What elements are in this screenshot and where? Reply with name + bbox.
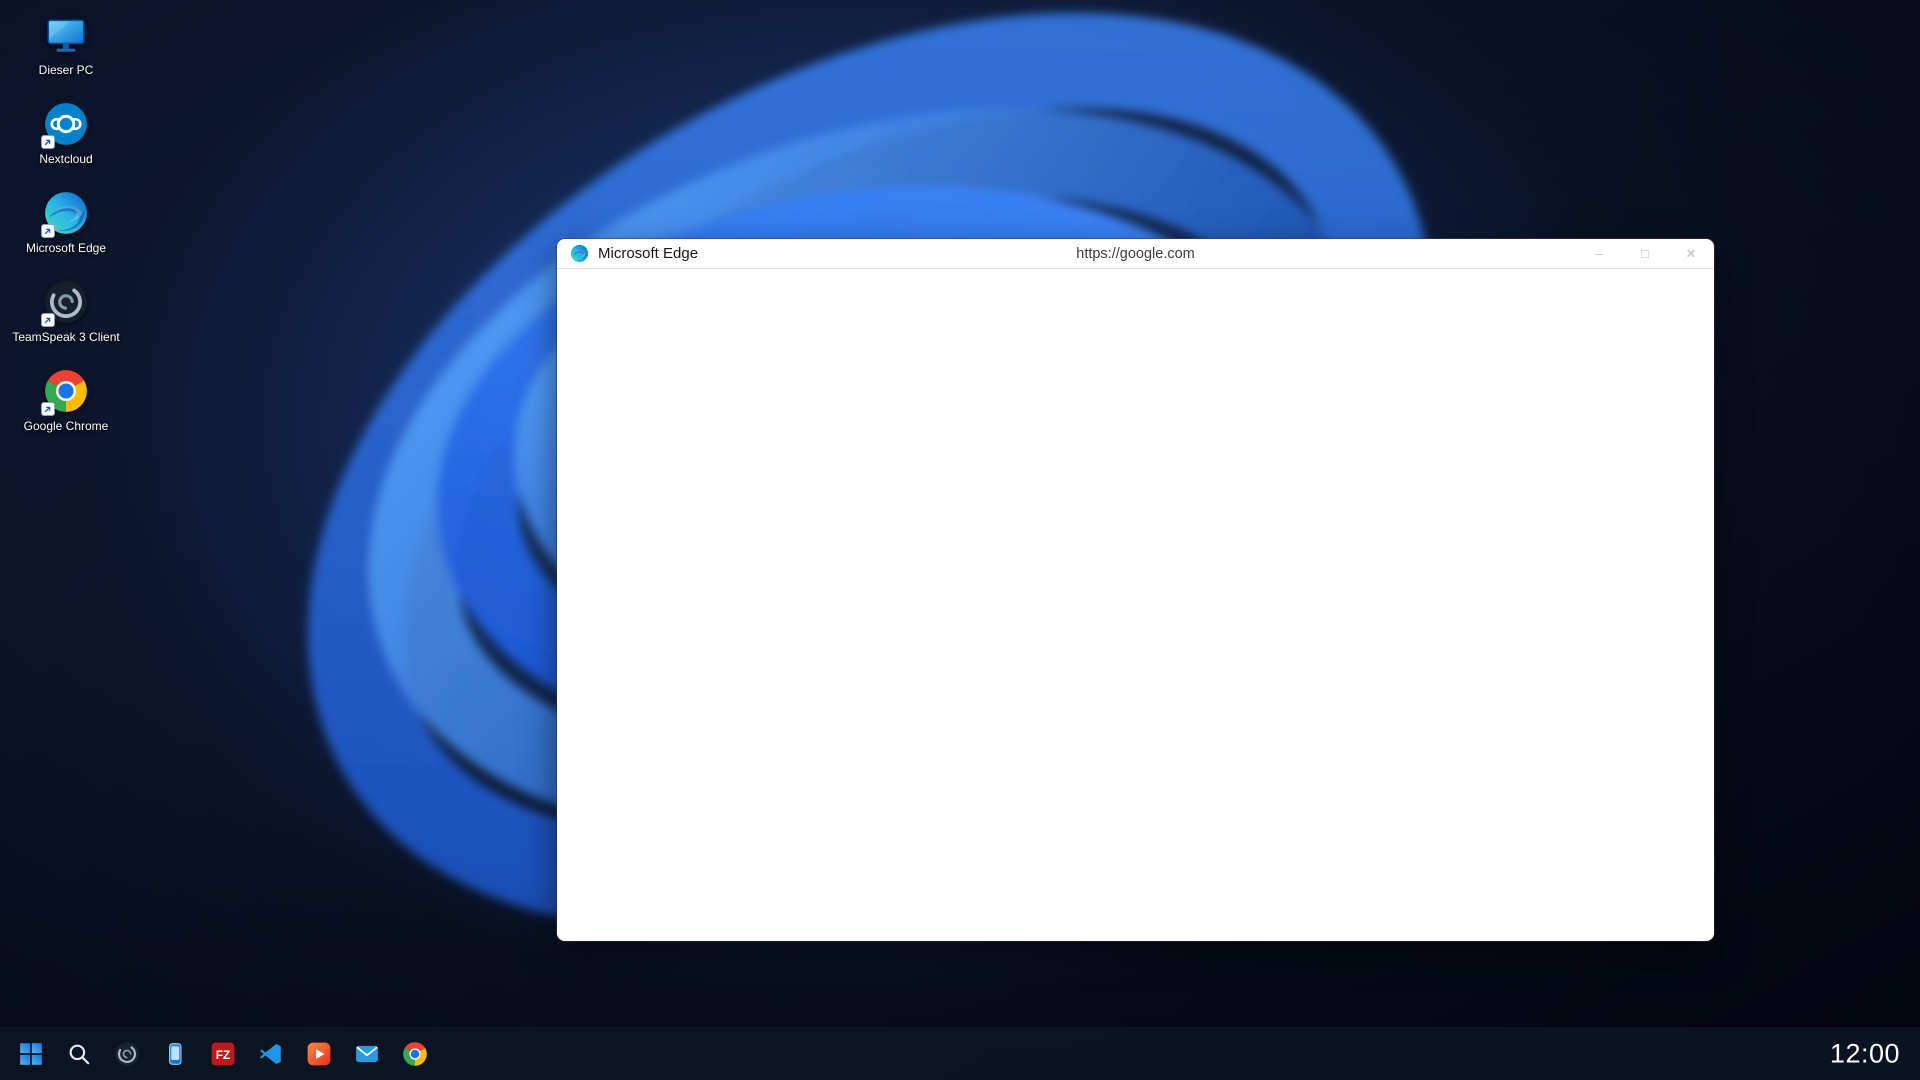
taskbar-item-teamspeak[interactable]: [104, 1032, 149, 1077]
shortcut-arrow-icon: [41, 313, 55, 327]
taskbar-item-phone-link[interactable]: [152, 1032, 197, 1077]
taskbar-clock[interactable]: 12:00: [1830, 1039, 1900, 1070]
desktop-icon-list: Dieser PC Nextcloud: [14, 8, 118, 437]
taskbar-item-vscode[interactable]: [248, 1032, 293, 1077]
vscode-icon: [258, 1041, 284, 1067]
desktop-icon-teamspeak[interactable]: TeamSpeak 3 Client: [14, 275, 118, 348]
search-icon: [66, 1041, 92, 1067]
desktop-icon-dieser-pc[interactable]: Dieser PC: [14, 8, 118, 81]
maximize-button[interactable]: □: [1622, 239, 1668, 268]
desktop-screen: Dieser PC Nextcloud: [0, 0, 1920, 1080]
edge-window: Microsoft Edge https://google.com – □ ✕: [557, 239, 1714, 941]
this-pc-icon: [43, 12, 89, 58]
start-button[interactable]: [8, 1032, 53, 1077]
window-title: Microsoft Edge: [598, 245, 698, 262]
minimize-button[interactable]: –: [1576, 239, 1622, 268]
desktop-icon-label: Nextcloud: [39, 152, 92, 166]
media-player-icon: [306, 1041, 332, 1067]
desktop-icon-nextcloud[interactable]: Nextcloud: [14, 97, 118, 170]
window-controls: – □ ✕: [1576, 239, 1714, 268]
chrome-icon: [402, 1041, 428, 1067]
taskbar-item-filezilla[interactable]: FZ: [200, 1032, 245, 1077]
desktop-icon-google-chrome[interactable]: Google Chrome: [14, 364, 118, 437]
taskbar-item-mail[interactable]: [344, 1032, 389, 1077]
search-button[interactable]: [56, 1032, 101, 1077]
mail-icon: [354, 1041, 380, 1067]
desktop-icon-label: Dieser PC: [39, 63, 94, 77]
desktop-icon-label: TeamSpeak 3 Client: [12, 330, 119, 344]
desktop-icon-microsoft-edge[interactable]: Microsoft Edge: [14, 186, 118, 259]
taskbar-items: FZ: [8, 1032, 437, 1077]
window-content: [557, 269, 1714, 941]
taskbar-item-chrome[interactable]: [392, 1032, 437, 1077]
taskbar-item-media-player[interactable]: [296, 1032, 341, 1077]
desktop-icon-label: Microsoft Edge: [26, 241, 106, 255]
shortcut-arrow-icon: [41, 224, 55, 238]
taskbar: FZ: [0, 1028, 1920, 1080]
titlebar-left: Microsoft Edge: [557, 244, 698, 263]
filezilla-icon: FZ: [210, 1041, 236, 1067]
close-button[interactable]: ✕: [1668, 239, 1714, 268]
window-url-text: https://google.com: [1076, 246, 1195, 262]
windows-start-icon: [18, 1041, 44, 1067]
phone-link-icon: [162, 1041, 188, 1067]
shortcut-arrow-icon: [41, 402, 55, 416]
filezilla-text: FZ: [215, 1048, 230, 1062]
shortcut-arrow-icon: [41, 135, 55, 149]
teamspeak-icon: [114, 1041, 140, 1067]
window-titlebar[interactable]: Microsoft Edge https://google.com – □ ✕: [557, 239, 1714, 269]
edge-logo-icon: [570, 244, 589, 263]
desktop-icon-label: Google Chrome: [24, 419, 109, 433]
